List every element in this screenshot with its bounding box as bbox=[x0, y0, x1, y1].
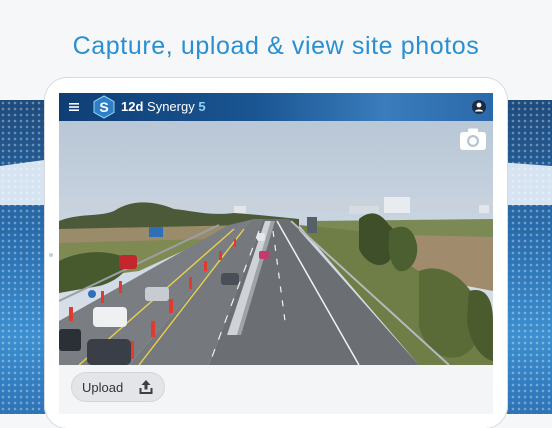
app-bar: S 12d Synergy 5 bbox=[59, 93, 493, 121]
app-brand: 12d Synergy 5 bbox=[121, 99, 206, 114]
brand-version: 5 bbox=[198, 99, 206, 114]
upload-button-label: Upload bbox=[82, 379, 124, 395]
svg-text:S: S bbox=[99, 99, 108, 115]
app-screen: S 12d Synergy 5 Upload bbox=[59, 93, 493, 414]
brand-prefix: 12d bbox=[121, 99, 144, 114]
tablet-home-button bbox=[49, 253, 53, 257]
promo-headline: Capture, upload & view site photos bbox=[72, 32, 480, 60]
background-dots-left bbox=[0, 100, 48, 414]
synergy-logo-icon: S bbox=[93, 95, 115, 119]
brand-name: Synergy bbox=[143, 99, 199, 114]
upload-button[interactable]: Upload bbox=[71, 372, 165, 402]
upload-icon bbox=[139, 380, 153, 394]
camera-icon[interactable] bbox=[459, 127, 487, 151]
site-photo bbox=[59, 121, 493, 365]
hamburger-menu-icon[interactable] bbox=[65, 98, 83, 116]
account-icon[interactable] bbox=[471, 99, 487, 115]
background-dots-right bbox=[504, 100, 552, 414]
